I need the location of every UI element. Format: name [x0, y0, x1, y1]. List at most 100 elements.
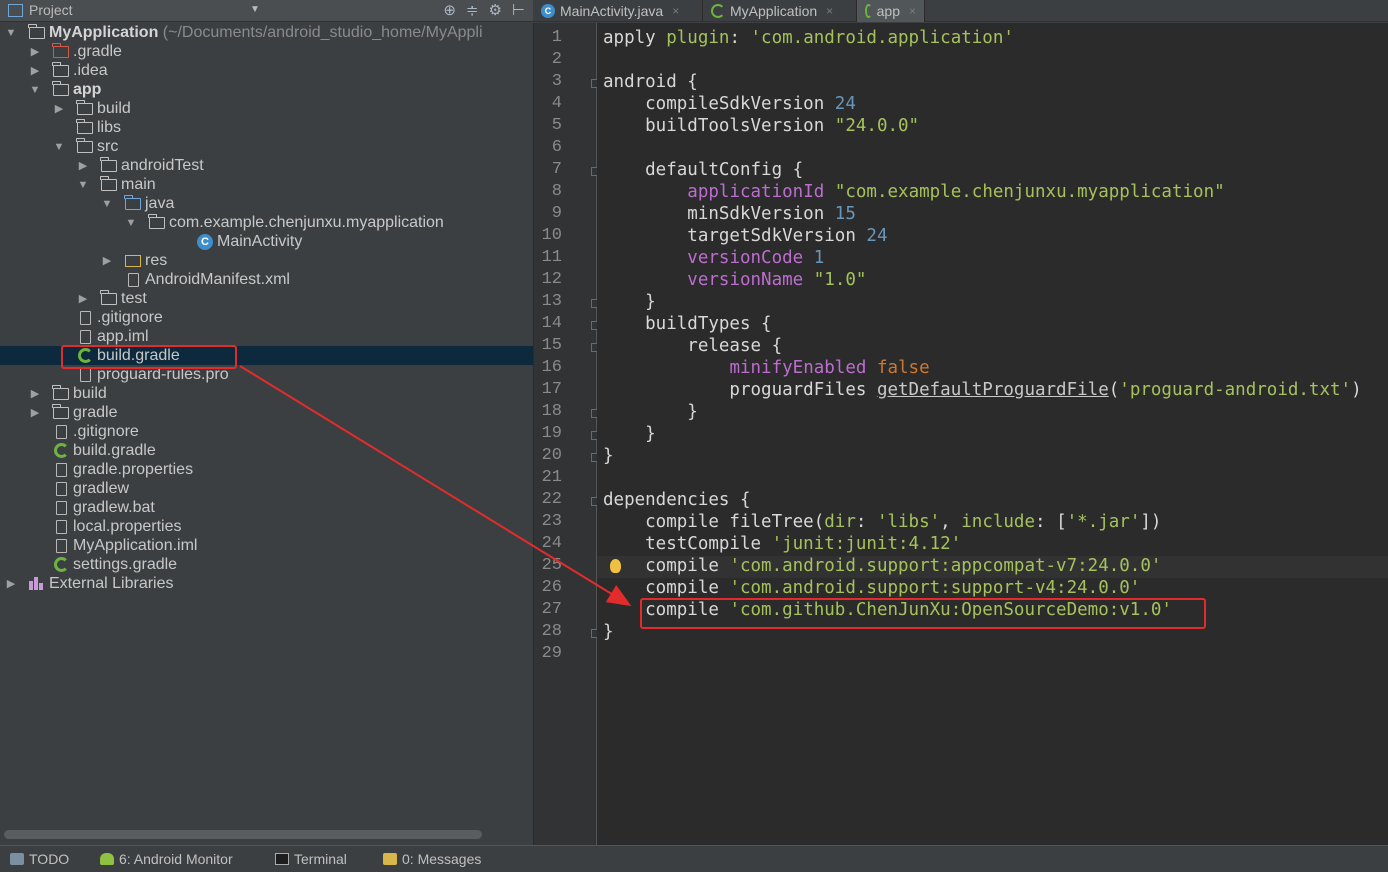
expanded-arrow-icon[interactable]: ▼ [4, 27, 18, 39]
code-line[interactable]: versionName "1.0" [603, 270, 866, 290]
tree-item[interactable]: ▼ app [0, 80, 533, 99]
tree-item[interactable]: ▶ build [0, 99, 533, 118]
code-line[interactable]: proguardFiles getDefaultProguardFile('pr… [603, 380, 1361, 400]
highlight-compile-line [640, 598, 1206, 629]
tree-item[interactable]: ▼ com.example.chenjunxu.myapplication [0, 213, 533, 232]
tree-item[interactable]: gradle.properties [0, 460, 533, 479]
code-line[interactable]: minSdkVersion 15 [603, 204, 856, 224]
tree-item[interactable]: libs [0, 118, 533, 137]
expanded-arrow-icon[interactable]: ▼ [100, 198, 114, 210]
locate-icon[interactable]: ⊕ [443, 1, 456, 19]
collapsed-arrow-icon[interactable]: ▶ [76, 159, 90, 172]
line-number: 4 [551, 94, 562, 113]
horizontal-scrollbar[interactable] [4, 830, 482, 839]
collapsed-arrow-icon[interactable]: ▶ [28, 406, 42, 419]
tree-item-label: main [121, 175, 156, 193]
expanded-arrow-icon[interactable]: ▼ [76, 179, 90, 191]
messages-label: 0: Messages [402, 851, 482, 867]
code-line[interactable]: applicationId "com.example.chenjunxu.mya… [603, 182, 1224, 202]
code-line[interactable]: defaultConfig { [603, 160, 803, 180]
gradle-icon [865, 4, 872, 18]
expanded-arrow-icon[interactable]: ▼ [28, 84, 42, 96]
code-line[interactable]: } [603, 402, 698, 422]
tree-item-label: test [121, 289, 147, 307]
tree-item[interactable]: ▶ test [0, 289, 533, 308]
messages-tab[interactable]: 0: Messages [383, 851, 481, 867]
tree-item[interactable]: settings.gradle [0, 555, 533, 574]
code-line[interactable]: buildToolsVersion "24.0.0" [603, 116, 919, 136]
code-line[interactable]: dependencies { [603, 490, 751, 510]
tree-item-label: app.iml [97, 327, 149, 345]
tree-item[interactable]: ▶ External Libraries [0, 574, 533, 593]
tree-item[interactable]: C MainActivity [0, 232, 533, 251]
code-line[interactable]: compile 'com.android.support:appcompat-v… [603, 556, 1161, 576]
tree-item[interactable]: gradlew [0, 479, 533, 498]
expanded-arrow-icon[interactable]: ▼ [124, 217, 138, 229]
tree-item[interactable]: app.iml [0, 327, 533, 346]
code-line[interactable]: } [603, 424, 656, 444]
code-line[interactable]: } [603, 622, 614, 642]
chevron-down-icon[interactable]: ▼ [250, 4, 260, 15]
tree-item-label: build [97, 99, 131, 117]
expanded-arrow-icon[interactable]: ▼ [52, 141, 66, 153]
close-icon[interactable]: × [909, 4, 916, 18]
gear-icon[interactable]: ⚙ [488, 1, 501, 19]
line-number: 13 [541, 292, 562, 311]
editor-tab[interactable]: app × [857, 0, 925, 22]
gradle-icon [52, 557, 70, 572]
android-monitor-tab[interactable]: 6: Android Monitor [100, 851, 233, 867]
editor-tab[interactable]: MyApplication × [703, 0, 857, 22]
tree-item[interactable]: ▶ .idea [0, 61, 533, 80]
tree-item[interactable]: ▼ main [0, 175, 533, 194]
close-icon[interactable]: × [672, 4, 679, 18]
code-line[interactable]: compile fileTree(dir: 'libs', include: [… [603, 512, 1161, 532]
code-line[interactable]: } [603, 292, 656, 312]
tree-item[interactable]: MyApplication.iml [0, 536, 533, 555]
tree-item[interactable]: AndroidManifest.xml [0, 270, 533, 289]
code-line[interactable]: versionCode 1 [603, 248, 824, 268]
tree-item[interactable]: .gitignore [0, 422, 533, 441]
tree-item[interactable]: .gitignore [0, 308, 533, 327]
tree-item[interactable]: ▼ MyApplication (~/Documents/android_stud… [0, 23, 533, 42]
tree-item[interactable]: ▼ src [0, 137, 533, 156]
iml-file-icon [52, 538, 70, 553]
collapsed-arrow-icon[interactable]: ▶ [100, 254, 114, 267]
code-editor[interactable]: apply plugin: 'com.android.application' a… [597, 23, 1388, 845]
code-line[interactable]: targetSdkVersion 24 [603, 226, 887, 246]
tree-item[interactable]: ▶ androidTest [0, 156, 533, 175]
code-line[interactable]: compileSdkVersion 24 [603, 94, 856, 114]
terminal-label: Terminal [294, 851, 347, 867]
hide-icon[interactable]: ⊢ [512, 1, 525, 19]
tree-item[interactable]: local.properties [0, 517, 533, 536]
terminal-tab[interactable]: Terminal [275, 851, 347, 867]
code-line[interactable]: apply plugin: 'com.android.application' [603, 28, 1014, 48]
tree-item[interactable]: ▶ gradle [0, 403, 533, 422]
tree-item-label: AndroidManifest.xml [145, 270, 290, 288]
tree-item[interactable]: ▶ .gradle [0, 42, 533, 61]
collapsed-arrow-icon[interactable]: ▶ [28, 64, 42, 77]
code-line[interactable]: } [603, 446, 614, 466]
project-view-selector[interactable]: Project [8, 2, 73, 18]
code-line[interactable]: compile 'com.android.support:support-v4:… [603, 578, 1140, 598]
code-line[interactable]: testCompile 'junit:junit:4.12' [603, 534, 961, 554]
tree-item[interactable]: ▶ res [0, 251, 533, 270]
tree-item[interactable]: gradlew.bat [0, 498, 533, 517]
collapsed-arrow-icon[interactable]: ▶ [76, 292, 90, 305]
collapsed-arrow-icon[interactable]: ▶ [4, 577, 18, 590]
code-line[interactable]: release { [603, 336, 782, 356]
todo-tab[interactable]: TODO [10, 851, 69, 867]
collapse-all-icon[interactable]: ≑ [466, 1, 479, 19]
code-line[interactable]: buildTypes { [603, 314, 771, 334]
tree-item[interactable]: build.gradle [0, 441, 533, 460]
collapsed-arrow-icon[interactable]: ▶ [28, 387, 42, 400]
tree-item[interactable]: ▶ build [0, 384, 533, 403]
editor-tab[interactable]: C MainActivity.java × [533, 0, 703, 22]
collapsed-arrow-icon[interactable]: ▶ [52, 102, 66, 115]
module-folder-icon [52, 80, 70, 97]
line-number: 15 [541, 336, 562, 355]
code-line[interactable]: android { [603, 72, 698, 92]
collapsed-arrow-icon[interactable]: ▶ [28, 45, 42, 58]
tree-item[interactable]: ▼ java [0, 194, 533, 213]
close-icon[interactable]: × [826, 4, 833, 18]
code-line[interactable]: minifyEnabled false [603, 358, 929, 378]
